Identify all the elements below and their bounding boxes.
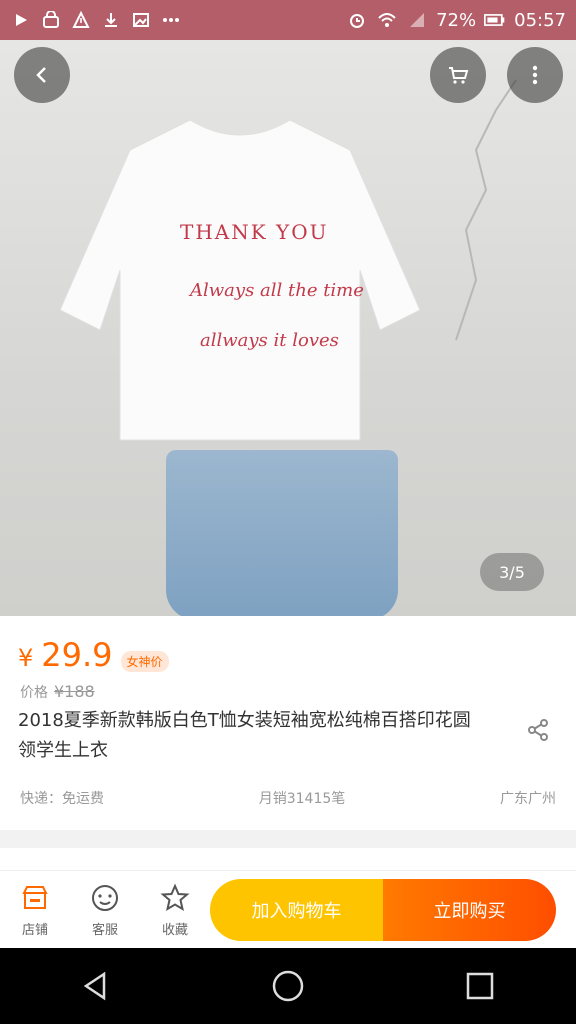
favorite-label: 收藏 <box>161 922 188 938</box>
ship-from-location: 广东广州 <box>499 791 556 807</box>
product-title: 2018夏季新款韩版白色T恤女装短袖宽松纯棉百搭印花圆领学生上衣 <box>18 710 471 761</box>
shirt-print-line-1: THANK YOU <box>180 220 329 244</box>
product-image-carousel[interactable]: THANK YOU Always all the time allways it… <box>0 40 576 616</box>
currency-symbol: ¥ <box>18 644 34 672</box>
signal-icon <box>406 9 428 31</box>
alert-icon <box>70 9 92 31</box>
status-icons-left <box>10 9 182 31</box>
original-price: ¥188 <box>54 682 95 701</box>
alarm-icon <box>346 9 368 31</box>
battery-percent: 72% <box>436 9 477 31</box>
square-recents-icon <box>466 972 494 1000</box>
image-counter: 3/5 <box>480 553 544 591</box>
download-icon <box>100 9 122 31</box>
customer-service-button[interactable]: 客服 <box>90 883 120 938</box>
clock-time: 05:57 <box>514 9 566 31</box>
wifi-icon <box>376 9 398 31</box>
more-horizontal-icon <box>160 9 182 31</box>
buy-now-button[interactable]: 立即购买 <box>383 879 556 941</box>
shop-label: 店铺 <box>21 922 48 938</box>
purchase-buttons: 加入购物车 立即购买 <box>210 879 556 941</box>
system-navigation-bar <box>0 948 576 1024</box>
more-button[interactable] <box>507 47 563 103</box>
status-bar: 72% 05:57 <box>0 0 576 40</box>
add-to-cart-button[interactable]: 加入购物车 <box>210 879 383 941</box>
image-icon <box>130 9 152 31</box>
vpn-icon <box>40 9 62 31</box>
sale-price: 29.9 <box>41 636 113 674</box>
status-icons-right: 72% 05:57 <box>346 9 566 31</box>
shop-button[interactable]: 店铺 <box>20 883 50 938</box>
product-info-card: ¥ 29.9 女神价 价格 ¥188 2018夏季新款韩版白色T恤女装短袖宽松纯… <box>0 616 576 830</box>
chevron-left-icon <box>36 67 46 83</box>
service-label: 客服 <box>91 922 118 938</box>
share-button[interactable] <box>522 714 554 746</box>
nav-recents-button[interactable] <box>456 962 504 1010</box>
product-meta-row: 快递：免运费 月销31415笔 广东广州 <box>20 788 556 808</box>
product-photo: THANK YOU Always all the time allways it… <box>60 40 420 616</box>
circle-home-icon <box>272 970 304 1002</box>
service-icon <box>92 884 118 911</box>
cart-icon <box>449 67 469 84</box>
price-badge: 女神价 <box>120 651 169 672</box>
price-row: ¥ 29.9 女神价 <box>18 636 169 674</box>
play-icon <box>10 9 32 31</box>
more-vertical-icon <box>532 65 538 85</box>
share-icon <box>528 719 548 741</box>
section-divider <box>0 830 576 848</box>
shirt-print-line-2: Always all the time <box>190 280 364 301</box>
shirt-print-line-3: allways it loves <box>200 330 339 351</box>
back-button[interactable] <box>14 47 70 103</box>
favorite-button[interactable]: 收藏 <box>160 883 190 938</box>
battery-icon <box>484 9 506 31</box>
nav-home-button[interactable] <box>264 962 312 1010</box>
shipping-info: 快递：免运费 <box>20 791 104 807</box>
monthly-sales: 月销31415笔 <box>258 791 346 807</box>
bottom-action-bar: 店铺 客服 收藏 加入购物车 立即购买 <box>0 870 576 949</box>
cart-button[interactable] <box>430 47 486 103</box>
shorts-shape <box>166 450 398 616</box>
quick-actions: 店铺 客服 收藏 <box>0 871 210 949</box>
original-price-row: 价格 ¥188 <box>20 682 95 702</box>
star-icon <box>160 883 190 911</box>
shop-icon <box>22 885 48 909</box>
nav-back-button[interactable] <box>72 962 120 1010</box>
triangle-back-icon <box>83 971 106 1001</box>
original-price-label: 价格 <box>20 685 48 701</box>
